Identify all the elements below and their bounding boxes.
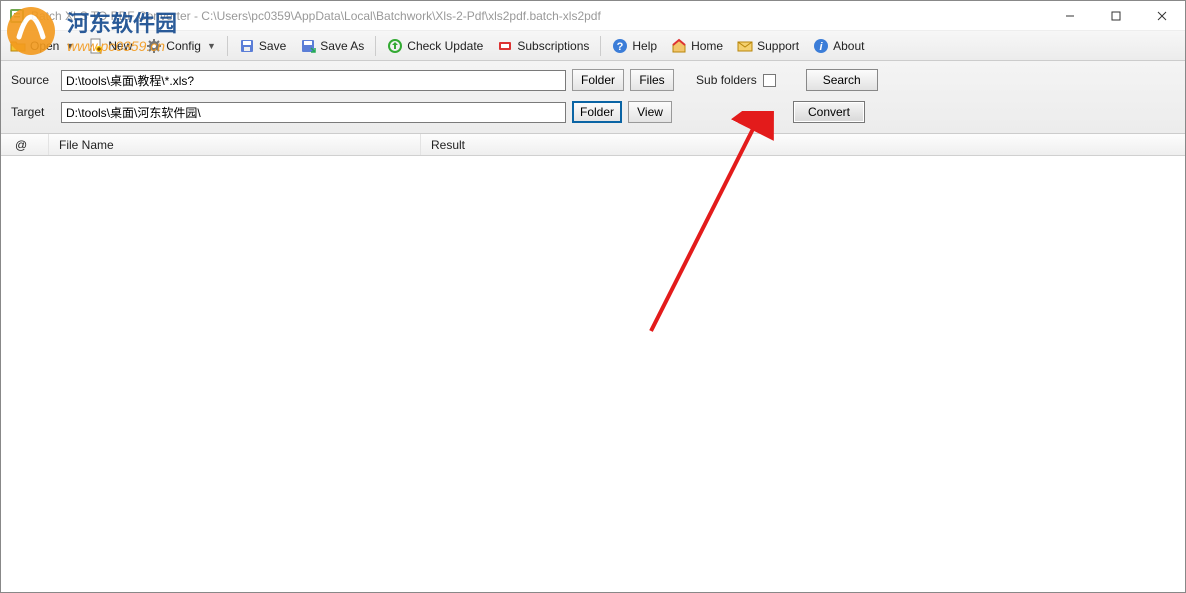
search-button[interactable]: Search <box>806 69 878 91</box>
target-row: Target Folder View Convert <box>11 99 1175 125</box>
path-panel: Source Folder Files Sub folders Search T… <box>1 61 1185 134</box>
help-button[interactable]: ? Help <box>605 34 664 58</box>
minimize-button[interactable] <box>1047 1 1093 30</box>
col-header-result[interactable]: Result <box>421 134 1185 155</box>
col-header-at[interactable]: @ <box>1 134 49 155</box>
check-update-button[interactable]: Check Update <box>380 34 490 58</box>
app-icon <box>9 8 25 24</box>
update-icon <box>387 38 403 54</box>
list-header: @ File Name Result <box>1 134 1185 156</box>
new-button[interactable]: New <box>81 34 139 58</box>
save-icon <box>239 38 255 54</box>
separator <box>227 36 228 56</box>
about-button[interactable]: i About <box>806 34 871 58</box>
separator <box>375 36 376 56</box>
subfolders-checkbox[interactable] <box>763 74 776 87</box>
config-label: Config <box>166 39 201 53</box>
convert-button[interactable]: Convert <box>793 101 865 123</box>
source-row: Source Folder Files Sub folders Search <box>11 67 1175 93</box>
mail-icon <box>737 38 753 54</box>
save-as-label: Save As <box>320 39 364 53</box>
source-label: Source <box>11 73 55 87</box>
help-label: Help <box>632 39 657 53</box>
config-button[interactable]: Config ▼ <box>139 34 223 58</box>
cart-icon <box>497 38 513 54</box>
target-folder-button[interactable]: Folder <box>572 101 622 123</box>
maximize-button[interactable] <box>1093 1 1139 30</box>
check-update-label: Check Update <box>407 39 483 53</box>
subscriptions-button[interactable]: Subscriptions <box>490 34 596 58</box>
source-input[interactable] <box>61 70 566 91</box>
gear-icon <box>146 38 162 54</box>
new-label: New <box>108 39 132 53</box>
dropdown-icon: ▼ <box>65 41 74 51</box>
save-as-button[interactable]: Save As <box>293 34 371 58</box>
folder-open-icon <box>10 38 26 54</box>
info-icon: i <box>813 38 829 54</box>
app-window: Batch XLS TO PDF Converter - C:\Users\pc… <box>0 0 1186 593</box>
target-label: Target <box>11 105 55 119</box>
home-icon <box>671 38 687 54</box>
save-as-icon <box>300 38 316 54</box>
list-body[interactable] <box>1 156 1185 592</box>
window-title: Batch XLS TO PDF Converter - C:\Users\pc… <box>31 9 1047 23</box>
titlebar: Batch XLS TO PDF Converter - C:\Users\pc… <box>1 1 1185 31</box>
support-button[interactable]: Support <box>730 34 806 58</box>
subscriptions-label: Subscriptions <box>517 39 589 53</box>
dropdown-icon: ▼ <box>207 41 216 51</box>
support-label: Support <box>757 39 799 53</box>
save-label: Save <box>259 39 286 53</box>
window-controls <box>1047 1 1185 30</box>
svg-text:?: ? <box>617 41 624 53</box>
open-label: Open <box>30 39 59 53</box>
about-label: About <box>833 39 864 53</box>
source-folder-button[interactable]: Folder <box>572 69 624 91</box>
help-icon: ? <box>612 38 628 54</box>
save-button[interactable]: Save <box>232 34 293 58</box>
col-header-filename[interactable]: File Name <box>49 134 421 155</box>
close-button[interactable] <box>1139 1 1185 30</box>
new-file-icon <box>88 38 104 54</box>
subfolders-label: Sub folders <box>696 73 757 87</box>
source-files-button[interactable]: Files <box>630 69 674 91</box>
separator <box>600 36 601 56</box>
home-button[interactable]: Home <box>664 34 730 58</box>
target-view-button[interactable]: View <box>628 101 672 123</box>
home-label: Home <box>691 39 723 53</box>
open-button[interactable]: Open ▼ <box>3 34 81 58</box>
toolbar: Open ▼ New Config ▼ Save Save As Check U… <box>1 31 1185 61</box>
target-input[interactable] <box>61 102 566 123</box>
